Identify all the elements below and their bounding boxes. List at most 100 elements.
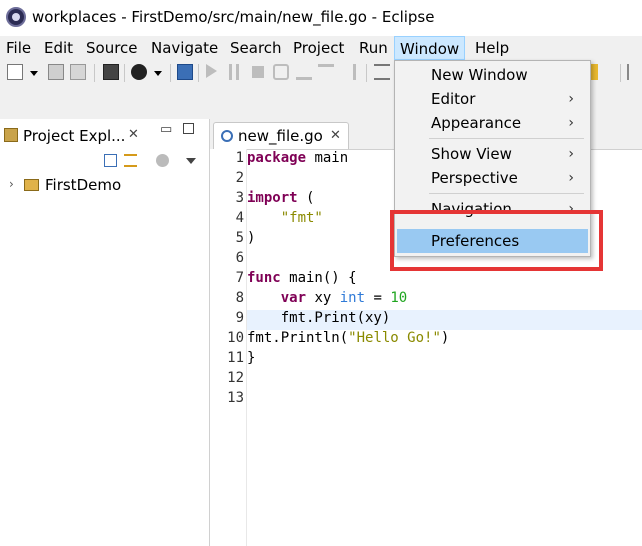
toolbar-separator bbox=[170, 64, 171, 82]
step-return-icon[interactable] bbox=[340, 64, 356, 80]
chevron-right-icon[interactable]: › bbox=[9, 177, 14, 191]
code-token: func bbox=[247, 270, 281, 286]
line-number: 3 bbox=[235, 190, 244, 206]
menu-item-appearance[interactable]: Appearance › bbox=[397, 111, 588, 135]
line-number: 13 bbox=[227, 390, 244, 406]
code-token: int bbox=[339, 290, 366, 306]
menu-bar: File Edit Source Navigate Search Project… bbox=[0, 36, 642, 61]
code-line: "fmt" bbox=[247, 210, 323, 226]
menu-edit[interactable]: Edit bbox=[39, 36, 78, 60]
line-number-gutter: 1 2 3 4 5 6 7 8 9 10 11 12 13 bbox=[210, 149, 247, 546]
menu-source[interactable]: Source bbox=[81, 36, 143, 60]
code-token: var bbox=[280, 290, 307, 306]
line-number: 1 bbox=[235, 150, 244, 166]
code-line: fmt.Print(xy) bbox=[247, 310, 391, 326]
code-token: } bbox=[247, 350, 256, 366]
toolbar-separator bbox=[620, 64, 621, 82]
debug-person-icon[interactable] bbox=[131, 64, 147, 80]
collapse-all-icon[interactable] bbox=[104, 154, 117, 167]
step-into-icon[interactable] bbox=[296, 64, 312, 80]
menu-project[interactable]: Project bbox=[288, 36, 349, 60]
line-number: 9 bbox=[235, 310, 244, 326]
new-icon[interactable] bbox=[7, 64, 23, 80]
project-explorer-panel: Project Expl... ✕ ▭ › FirstDemo bbox=[0, 119, 210, 546]
menu-help[interactable]: Help bbox=[470, 36, 514, 60]
line-number: 6 bbox=[235, 250, 244, 266]
code-token: fmt.Print(xy) bbox=[247, 310, 391, 326]
eclipse-app-icon bbox=[6, 7, 26, 27]
toolbar-separator bbox=[94, 64, 95, 82]
terminate-icon[interactable] bbox=[252, 66, 264, 78]
debug-dropdown-icon[interactable] bbox=[154, 71, 162, 76]
menu-separator bbox=[429, 138, 584, 139]
menu-file[interactable]: File bbox=[1, 36, 36, 60]
explorer-toolbar bbox=[0, 149, 209, 173]
go-file-icon bbox=[221, 130, 233, 142]
annotation-highlight-box bbox=[390, 210, 603, 271]
menu-item-new-window[interactable]: New Window bbox=[397, 63, 588, 87]
suspend-icon[interactable] bbox=[229, 64, 239, 80]
code-token: 10 bbox=[390, 290, 408, 306]
code-token: "Hello Go!" bbox=[348, 330, 441, 346]
chevron-right-icon: › bbox=[568, 146, 574, 162]
close-icon[interactable]: ✕ bbox=[330, 128, 341, 143]
code-token: ) bbox=[440, 330, 450, 346]
window-title: workplaces - FirstDemo/src/main/new_file… bbox=[32, 8, 435, 26]
menu-search[interactable]: Search bbox=[225, 36, 287, 60]
view-menu-icon[interactable] bbox=[186, 158, 196, 164]
code-line: fmt.Println("Hello Go!") bbox=[247, 330, 449, 346]
menu-item-editor[interactable]: Editor › bbox=[397, 87, 588, 111]
resume-icon[interactable] bbox=[206, 64, 217, 78]
line-number: 2 bbox=[235, 170, 244, 186]
toolbar-separator bbox=[124, 64, 125, 82]
disconnect-icon[interactable] bbox=[273, 64, 289, 80]
back-icon[interactable] bbox=[627, 64, 642, 80]
toolbar-separator bbox=[366, 64, 367, 82]
code-line: ) bbox=[247, 230, 255, 246]
line-number: 11 bbox=[227, 350, 244, 366]
step-over-icon[interactable] bbox=[318, 64, 334, 80]
filter-icon[interactable] bbox=[156, 154, 169, 167]
list-icon[interactable] bbox=[374, 64, 390, 80]
close-icon[interactable]: ✕ bbox=[128, 127, 139, 142]
code-line: var xy int = 10 bbox=[247, 290, 407, 306]
toolbar-separator bbox=[198, 64, 199, 82]
line-number: 4 bbox=[235, 210, 244, 226]
code-token: fmt.Println( bbox=[247, 330, 349, 346]
link-editor-icon[interactable] bbox=[124, 154, 137, 167]
tree-item[interactable]: › FirstDemo bbox=[0, 175, 209, 197]
line-number: 5 bbox=[235, 230, 244, 246]
code-token: = bbox=[365, 290, 391, 306]
code-token: import bbox=[247, 190, 298, 206]
folder-icon bbox=[4, 128, 18, 142]
menu-window[interactable]: Window bbox=[394, 36, 466, 60]
project-folder-icon bbox=[24, 179, 39, 191]
menu-run[interactable]: Run bbox=[354, 36, 393, 60]
line-number: 10 bbox=[227, 330, 244, 346]
save-all-icon[interactable] bbox=[70, 64, 86, 80]
chevron-right-icon: › bbox=[568, 91, 574, 107]
menu-item-perspective[interactable]: Perspective › bbox=[397, 166, 588, 190]
save-icon[interactable] bbox=[48, 64, 64, 80]
maximize-icon[interactable] bbox=[183, 123, 194, 134]
code-line: } bbox=[247, 350, 255, 366]
terminal-icon[interactable] bbox=[103, 64, 119, 80]
menu-item-show-view[interactable]: Show View › bbox=[397, 142, 588, 166]
tab-new-file-go[interactable]: new_file.go ✕ bbox=[213, 122, 349, 149]
minimize-icon[interactable]: ▭ bbox=[160, 122, 172, 137]
tree-item-label: FirstDemo bbox=[45, 176, 122, 194]
code-token: "fmt" bbox=[280, 210, 323, 226]
monitor-icon[interactable] bbox=[177, 64, 193, 80]
tab-project-explorer[interactable]: Project Expl... ✕ bbox=[0, 122, 150, 148]
menu-separator bbox=[429, 193, 584, 194]
code-token: xy bbox=[306, 290, 340, 306]
new-dropdown-icon[interactable] bbox=[30, 71, 38, 76]
code-token: package bbox=[247, 150, 307, 166]
code-line: package main bbox=[247, 150, 348, 166]
title-bar: workplaces - FirstDemo/src/main/new_file… bbox=[0, 0, 642, 36]
chevron-right-icon: › bbox=[568, 170, 574, 186]
menu-navigate[interactable]: Navigate bbox=[146, 36, 223, 60]
chevron-right-icon: › bbox=[568, 115, 574, 131]
